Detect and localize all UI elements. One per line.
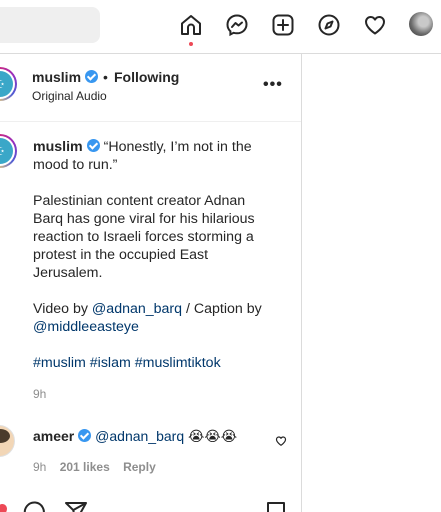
media-area bbox=[303, 54, 441, 512]
post-panel: ☪ muslim • Following Original Audio ••• … bbox=[0, 54, 302, 512]
save-bookmark-icon[interactable] bbox=[264, 500, 288, 512]
comment-emoji: 😭😭😭 bbox=[188, 428, 238, 444]
search-input[interactable] bbox=[0, 7, 100, 43]
mention-link[interactable]: @adnan_barq bbox=[92, 301, 182, 317]
hashtag-link[interactable]: #islam bbox=[90, 355, 131, 371]
caption-credits: Video by @adnan_barq / Caption by @middl… bbox=[33, 301, 262, 335]
comment-icon[interactable] bbox=[22, 500, 46, 512]
comment: ameer @adnan_barq 😭😭😭 bbox=[33, 428, 237, 445]
verified-badge-icon bbox=[86, 139, 100, 152]
notification-dot bbox=[189, 42, 193, 46]
logo-icon: ☪ bbox=[0, 71, 13, 97]
home-icon[interactable] bbox=[178, 12, 204, 38]
divider bbox=[0, 121, 301, 122]
caption-timestamp: 9h bbox=[33, 387, 47, 401]
like-comment-heart-icon[interactable] bbox=[275, 435, 287, 447]
comment-likes[interactable]: 201 likes bbox=[60, 460, 110, 474]
mention-link[interactable]: @middleeasteye bbox=[33, 319, 139, 335]
activity-heart-icon[interactable] bbox=[362, 12, 388, 38]
commenter-username[interactable]: ameer bbox=[33, 428, 74, 444]
post-caption: muslim “Honestly, I’m not in the mood to… bbox=[33, 138, 271, 390]
logo-icon: ☪ bbox=[0, 138, 13, 164]
caption-paragraph: Palestinian content creator Adnan Barq h… bbox=[33, 193, 255, 281]
caption-author-avatar[interactable]: ☪ bbox=[0, 134, 17, 168]
caption-hashtags: #muslim #islam #muslimtiktok bbox=[33, 354, 271, 372]
verified-badge-icon bbox=[78, 429, 92, 442]
messenger-icon[interactable] bbox=[224, 12, 250, 38]
following-button[interactable]: Following bbox=[114, 69, 179, 85]
audio-link[interactable]: Original Audio bbox=[32, 89, 107, 103]
comment-timestamp: 9h bbox=[33, 460, 47, 474]
liked-heart-icon[interactable] bbox=[0, 500, 10, 512]
explore-icon[interactable] bbox=[316, 12, 342, 38]
author-username[interactable]: muslim bbox=[32, 69, 99, 85]
hashtag-link[interactable]: #muslim bbox=[33, 355, 86, 371]
top-navigation-bar bbox=[0, 0, 441, 54]
author-avatar[interactable]: ☪ bbox=[0, 67, 17, 101]
share-icon[interactable] bbox=[64, 500, 88, 512]
commenter-avatar[interactable] bbox=[0, 425, 15, 457]
profile-avatar[interactable] bbox=[409, 12, 433, 36]
more-options-icon[interactable]: ••• bbox=[263, 76, 283, 94]
separator-dot: • bbox=[103, 69, 108, 85]
create-icon[interactable] bbox=[270, 12, 296, 38]
caption-username[interactable]: muslim bbox=[33, 139, 83, 155]
mention-link[interactable]: @adnan_barq bbox=[95, 428, 184, 444]
comment-meta: 9h 201 likes Reply bbox=[33, 460, 166, 474]
verified-badge-icon bbox=[85, 70, 99, 83]
reply-button[interactable]: Reply bbox=[123, 460, 156, 474]
hashtag-link[interactable]: #muslimtiktok bbox=[135, 355, 221, 371]
